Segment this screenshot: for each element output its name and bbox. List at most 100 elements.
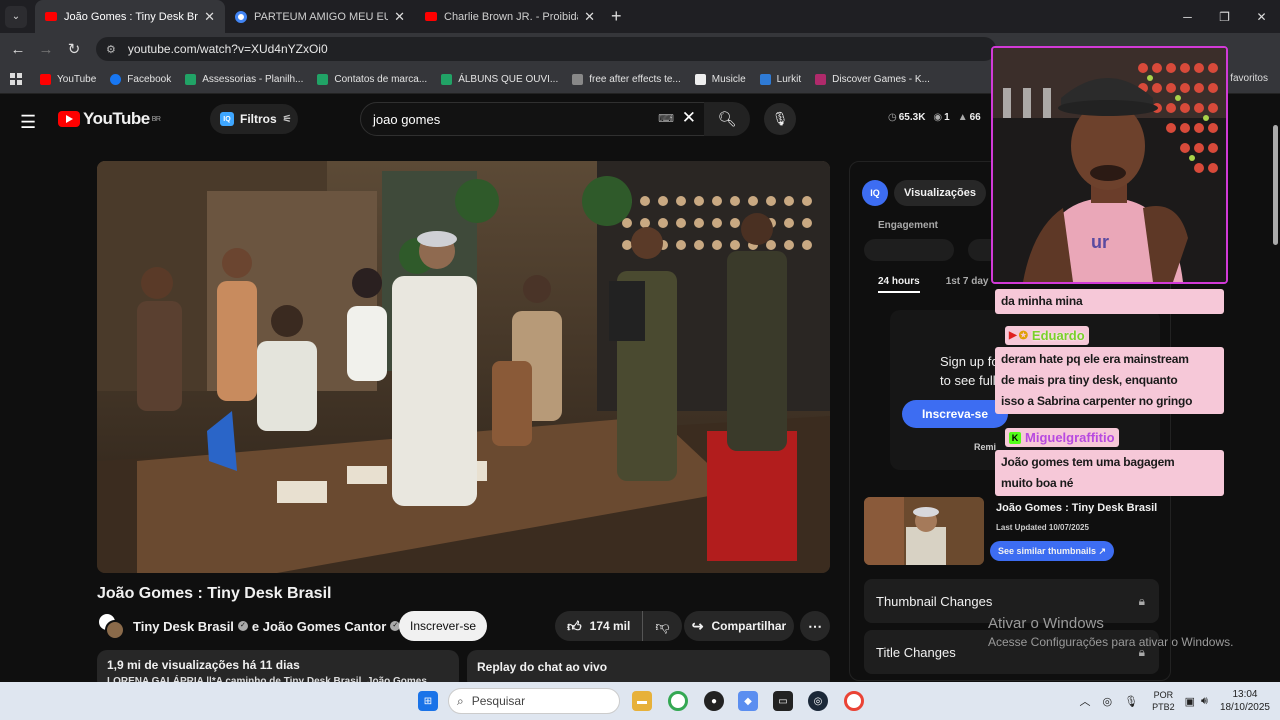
site-info-icon[interactable]: ⚙ bbox=[106, 43, 116, 56]
url-bar[interactable]: ⚙ youtube.com/watch?v=XUd4nYZxOi0 bbox=[96, 37, 996, 61]
forward-arrow-icon[interactable]: → bbox=[32, 41, 60, 58]
windows-start-icon[interactable]: ⊞ bbox=[418, 691, 438, 711]
video-frame-image bbox=[97, 161, 830, 573]
bookmark-lurkit[interactable]: Lurkit bbox=[759, 73, 801, 85]
lock-icon: 🔒︎ bbox=[1138, 593, 1145, 608]
bookmark-label: Facebook bbox=[127, 73, 172, 85]
chat-message-text: da minha mina bbox=[1001, 294, 1083, 308]
close-window-icon[interactable]: ✕ bbox=[1243, 0, 1280, 33]
browser-tab-active[interactable]: João Gomes : Tiny Desk Brasil - ✕ bbox=[35, 0, 225, 33]
streamer-webcam-overlay: ur bbox=[991, 46, 1228, 284]
lang-code: POR bbox=[1153, 690, 1174, 700]
language-indicator[interactable]: POR PTB2 bbox=[1152, 689, 1175, 713]
chat-message-line: isso a Sabrina carpenter no gringo bbox=[1001, 394, 1193, 408]
subscribe-button[interactable]: Inscrever-se bbox=[399, 611, 487, 641]
minimize-icon[interactable]: ─ bbox=[1169, 0, 1206, 33]
watermark-subtitle: Acesse Configurações para ativar o Windo… bbox=[988, 635, 1234, 649]
tab-close-icon[interactable]: ✕ bbox=[394, 9, 405, 25]
channel-name[interactable]: Tiny Desk Brasil bbox=[133, 619, 234, 634]
app-icon[interactable]: ◆ bbox=[738, 691, 758, 711]
video-player[interactable] bbox=[97, 161, 830, 573]
search-button[interactable]: 🔍︎ bbox=[704, 102, 750, 136]
chat-username-badge: K Miguelgraffitio bbox=[1005, 428, 1119, 447]
video-title: João Gomes : Tiny Desk Brasil bbox=[97, 585, 332, 602]
voice-search-button[interactable]: 🎙︎ bbox=[764, 103, 796, 135]
youtube-logo[interactable]: YouTube BR bbox=[58, 109, 161, 129]
clock-icon: ◷ bbox=[888, 112, 897, 123]
file-explorer-icon[interactable]: ▬ bbox=[632, 691, 652, 711]
chat-message: da minha mina bbox=[995, 289, 1224, 314]
chat-message: deram hate pq ele era mainstream de mais… bbox=[995, 347, 1224, 414]
like-dislike-group: 👍︎ 174 mil 👎︎ bbox=[555, 611, 682, 641]
dislike-button[interactable]: 👎︎ bbox=[643, 618, 681, 635]
logo-text: YouTube bbox=[83, 109, 150, 128]
signup-button[interactable]: Inscreva-se bbox=[902, 400, 1008, 428]
channel-avatars[interactable] bbox=[97, 612, 125, 640]
tab-search-menu-button[interactable]: ⌄ bbox=[5, 5, 27, 28]
tab-close-icon[interactable]: ✕ bbox=[204, 9, 215, 25]
chat-message-line: muito boa né bbox=[1001, 476, 1074, 490]
similar-title: João Gomes : Tiny Desk Brasil bbox=[996, 502, 1158, 514]
title-changes-label: Title Changes bbox=[876, 644, 956, 660]
chrome-profile-icon[interactable] bbox=[844, 691, 864, 711]
bookmark-sheet[interactable]: Assessorias - Planilh... bbox=[185, 73, 303, 85]
page-scrollbar[interactable] bbox=[1270, 95, 1280, 682]
bookmark-sheet[interactable]: ÁLBUNS QUE OUVI... bbox=[441, 73, 559, 85]
share-button[interactable]: ↪ Compartilhar bbox=[684, 611, 794, 641]
bookmark-musicle[interactable]: Musicle bbox=[694, 73, 746, 85]
chat-message-line: João gomes tem uma bagagem bbox=[1001, 455, 1175, 469]
sliders-icon: ⚟ bbox=[282, 113, 292, 125]
bookmark-label: ÁLBUNS QUE OUVI... bbox=[458, 73, 559, 85]
bookmark-youtube[interactable]: YouTube bbox=[40, 73, 97, 85]
volume-icon[interactable]: 🔊︎ bbox=[1201, 695, 1208, 708]
channel-row: Tiny Desk Brasil ✓ e João Gomes Cantor ✓ bbox=[97, 611, 404, 641]
scrollbar-thumb[interactable] bbox=[1273, 125, 1278, 245]
bookmark-label: YouTube bbox=[57, 73, 97, 85]
similar-updated: Last Updated 10/07/2025 bbox=[996, 523, 1089, 532]
tray-overflow-icon[interactable]: ︿ bbox=[1080, 693, 1091, 709]
bookmark-sheet[interactable]: Contatos de marca... bbox=[317, 73, 427, 85]
tab-first-7-days[interactable]: 1st 7 day bbox=[946, 276, 989, 293]
filters-button[interactable]: IQ Filtros ⚟ bbox=[210, 104, 298, 134]
tab-visualizacoes[interactable]: Visualizações bbox=[894, 180, 986, 206]
signup-text: Sign up fo to see full bbox=[940, 352, 999, 390]
obs-icon[interactable]: ● bbox=[704, 691, 724, 711]
youtube-badge-icon: ▶ bbox=[1009, 330, 1017, 341]
new-tab-icon[interactable]: + bbox=[611, 6, 622, 27]
chrome-icon[interactable] bbox=[668, 691, 688, 711]
maximize-icon[interactable]: ❐ bbox=[1206, 0, 1243, 33]
viewers-stat: ◉ 1 bbox=[933, 112, 950, 123]
browser-tab[interactable]: Charlie Brown JR. - Proibida Pra ✕ bbox=[415, 0, 605, 33]
bookmark-discover-games[interactable]: Discover Games - K... bbox=[815, 73, 930, 85]
back-arrow-icon[interactable]: ← bbox=[4, 41, 32, 58]
bookmark-after-effects[interactable]: free after effects te... bbox=[572, 73, 681, 85]
apps-grid-icon[interactable] bbox=[10, 73, 22, 85]
see-similar-thumbnails-button[interactable]: See similar thumbnails ↗ bbox=[990, 541, 1115, 561]
reload-icon[interactable]: ↻ bbox=[60, 40, 88, 58]
collab-channel-name[interactable]: e João Gomes Cantor bbox=[252, 619, 386, 634]
tab-24-hours[interactable]: 24 hours bbox=[878, 276, 920, 293]
terminal-icon[interactable]: ▭ bbox=[773, 691, 793, 711]
like-button[interactable]: 👍︎ 174 mil bbox=[555, 611, 644, 641]
search-value: joao gomes bbox=[373, 111, 441, 127]
remind-link[interactable]: Remi bbox=[974, 442, 996, 452]
taskbar-search[interactable]: ⌕ Pesquisar bbox=[448, 688, 620, 714]
clear-search-icon[interactable]: ✕ bbox=[682, 108, 696, 128]
keyboard-icon[interactable]: ⌨ bbox=[658, 112, 674, 125]
steam-tray-icon[interactable]: ◎ bbox=[1103, 695, 1113, 708]
all-bookmarks-link[interactable]: favoritos bbox=[1230, 73, 1268, 84]
network-icon[interactable]: ▣ bbox=[1185, 695, 1195, 708]
clock[interactable]: 13:04 18/10/2025 bbox=[1220, 688, 1270, 714]
bookmark-facebook[interactable]: Facebook bbox=[110, 73, 172, 85]
search-input[interactable]: joao gomes ⌨ ✕ bbox=[360, 102, 705, 136]
menu-hamburger-icon[interactable]: ☰ bbox=[20, 112, 36, 133]
tab-close-icon[interactable]: ✕ bbox=[584, 9, 595, 25]
steam-icon[interactable]: ◎ bbox=[808, 691, 828, 711]
similar-thumbnail-image[interactable] bbox=[864, 497, 984, 565]
more-actions-button[interactable]: ⋯ bbox=[800, 611, 830, 641]
window-controls: ─ ❐ ✕ bbox=[1169, 0, 1280, 33]
bookmark-label: Musicle bbox=[711, 73, 746, 85]
microphone-tray-icon[interactable]: 🎙︎ bbox=[1124, 695, 1138, 708]
browser-tab[interactable]: PARTEUM AMIGO MEU EU PAG ✕ bbox=[225, 0, 415, 33]
logo-region: BR bbox=[151, 115, 161, 123]
